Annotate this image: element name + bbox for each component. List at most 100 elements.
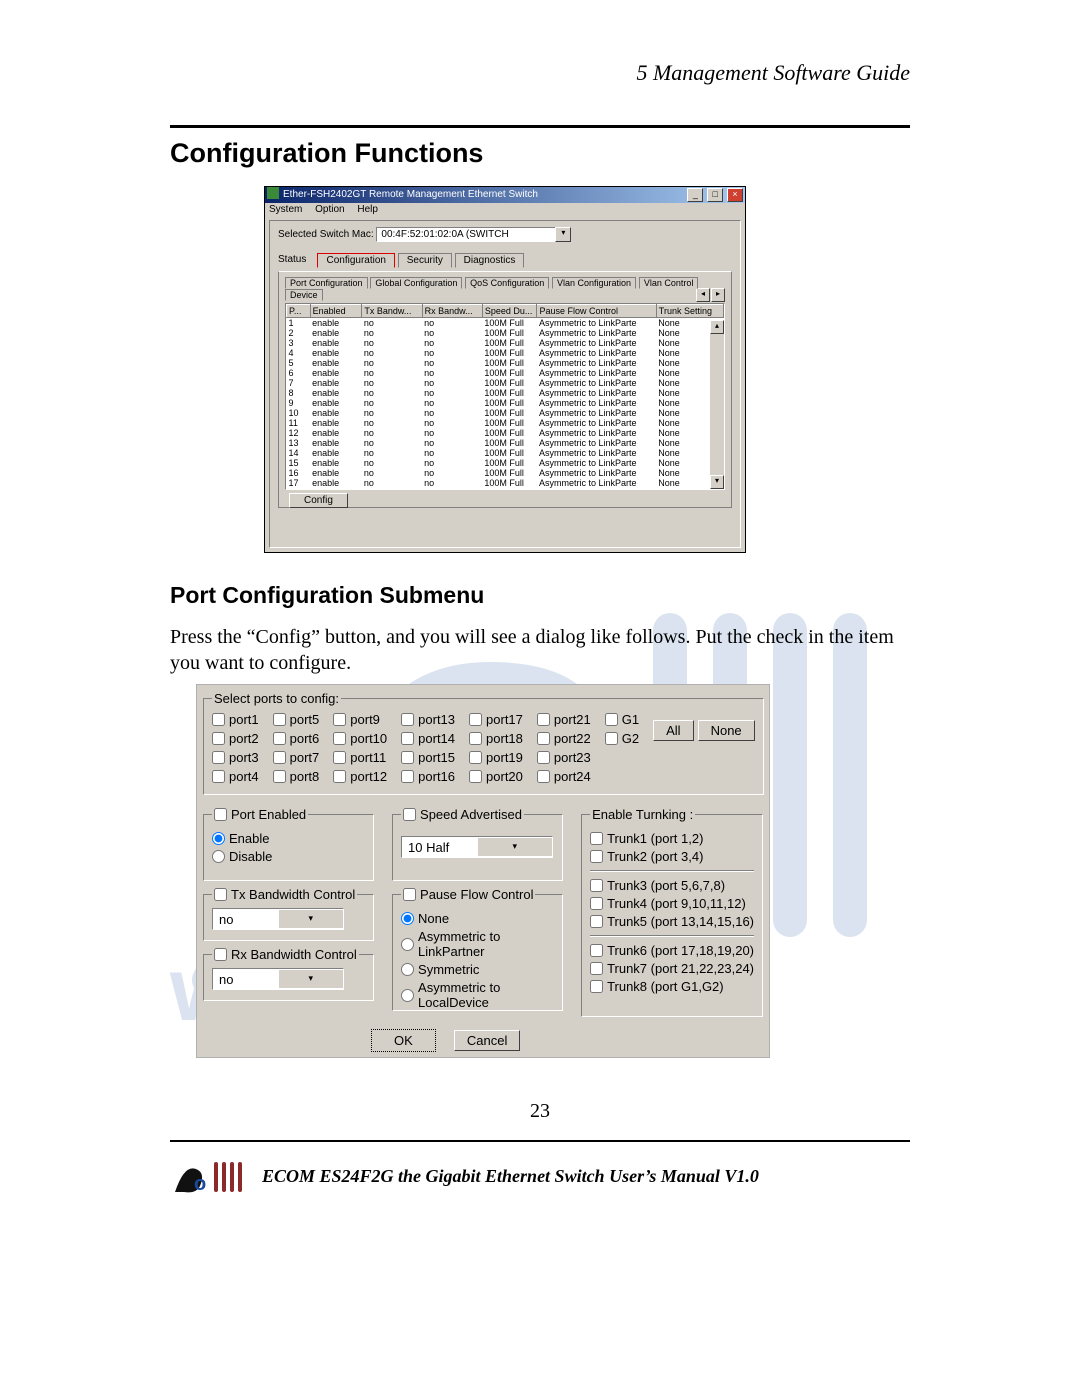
- trunk-cb-4[interactable]: [590, 897, 603, 910]
- table-row[interactable]: 6enablenono100M FullAsymmetric to LinkPa…: [287, 368, 724, 378]
- table-row[interactable]: 5enablenono100M FullAsymmetric to LinkPa…: [287, 358, 724, 368]
- port-cb-port2[interactable]: [212, 732, 225, 745]
- col-tx[interactable]: Tx Bandw...: [362, 305, 422, 318]
- table-row[interactable]: 4enablenono100M FullAsymmetric to LinkPa…: [287, 348, 724, 358]
- ok-button[interactable]: OK: [371, 1029, 436, 1052]
- port-checkbox-port3[interactable]: port3: [212, 750, 259, 765]
- tab-security[interactable]: Security: [398, 253, 452, 268]
- port-checkbox-port5[interactable]: port5: [273, 712, 320, 727]
- port-cb-port22[interactable]: [537, 732, 550, 745]
- table-row[interactable]: 17enablenono100M FullAsymmetric to LinkP…: [287, 478, 724, 488]
- trunk-checkbox-6[interactable]: Trunk6 (port 17,18,19,20): [590, 943, 754, 958]
- disable-radio[interactable]: [212, 850, 225, 863]
- port-cb-port15[interactable]: [401, 751, 414, 764]
- port-cb-port23[interactable]: [537, 751, 550, 764]
- trunk-checkbox-8[interactable]: Trunk8 (port G1,G2): [590, 979, 754, 994]
- close-button[interactable]: ×: [727, 188, 743, 202]
- table-row[interactable]: 2enablenono100M FullAsymmetric to LinkPa…: [287, 328, 724, 338]
- port-checkbox-port21[interactable]: port21: [537, 712, 591, 727]
- pf-ald-radio[interactable]: [401, 989, 414, 1002]
- col-trunk[interactable]: Trunk Setting: [656, 305, 723, 318]
- tab-diagnostics[interactable]: Diagnostics: [455, 253, 525, 268]
- table-row[interactable]: 16enablenono100M FullAsymmetric to LinkP…: [287, 468, 724, 478]
- port-cb-port9[interactable]: [333, 713, 346, 726]
- mac-field[interactable]: 00:4F:52:01:02:0A (SWITCH: [376, 227, 556, 242]
- trunk-checkbox-5[interactable]: Trunk5 (port 13,14,15,16): [590, 914, 754, 929]
- table-row[interactable]: 8enablenono100M FullAsymmetric to LinkPa…: [287, 388, 724, 398]
- table-row[interactable]: 11enablenono100M FullAsymmetric to LinkP…: [287, 418, 724, 428]
- port-checkbox-G1[interactable]: G1: [605, 712, 639, 727]
- port-cb-port17[interactable]: [469, 713, 482, 726]
- port-cb-port11[interactable]: [333, 751, 346, 764]
- window-titlebar[interactable]: Ether-FSH2402GT Remote Management Ethern…: [265, 187, 745, 203]
- port-cb-port10[interactable]: [333, 732, 346, 745]
- port-cb-port20[interactable]: [469, 770, 482, 783]
- chevron-down-icon[interactable]: ▾: [278, 910, 344, 928]
- port-cb-port8[interactable]: [273, 770, 286, 783]
- speed-adv-checkbox[interactable]: [403, 808, 416, 821]
- port-cb-G2[interactable]: [605, 732, 618, 745]
- trunk-cb-8[interactable]: [590, 980, 603, 993]
- table-row[interactable]: 9enablenono100M FullAsymmetric to LinkPa…: [287, 398, 724, 408]
- chevron-down-icon[interactable]: ▾: [278, 970, 344, 988]
- table-row[interactable]: 7enablenono100M FullAsymmetric to LinkPa…: [287, 378, 724, 388]
- menu-option[interactable]: Option: [315, 204, 344, 215]
- pause-flow-checkbox[interactable]: [403, 888, 416, 901]
- trunk-checkbox-4[interactable]: Trunk4 (port 9,10,11,12): [590, 896, 754, 911]
- table-row[interactable]: 10enablenono100M FullAsymmetric to LinkP…: [287, 408, 724, 418]
- port-cb-port5[interactable]: [273, 713, 286, 726]
- maximize-button[interactable]: □: [707, 188, 723, 202]
- tab-configuration[interactable]: Configuration: [317, 253, 394, 268]
- trunk-checkbox-1[interactable]: Trunk1 (port 1,2): [590, 831, 754, 846]
- port-cb-port7[interactable]: [273, 751, 286, 764]
- port-cb-port18[interactable]: [469, 732, 482, 745]
- table-row[interactable]: 18enablenono100M FullAsymmetric to LinkP…: [287, 488, 724, 490]
- trunk-cb-6[interactable]: [590, 944, 603, 957]
- minimize-button[interactable]: _: [687, 188, 703, 202]
- port-cb-port24[interactable]: [537, 770, 550, 783]
- trunk-cb-7[interactable]: [590, 962, 603, 975]
- scroll-up-icon[interactable]: ▴: [710, 320, 724, 334]
- port-checkbox-port11[interactable]: port11: [333, 750, 387, 765]
- pf-sym-radio[interactable]: [401, 963, 414, 976]
- port-cb-G1[interactable]: [605, 713, 618, 726]
- port-checkbox-port7[interactable]: port7: [273, 750, 320, 765]
- port-checkbox-port13[interactable]: port13: [401, 712, 455, 727]
- port-cb-port4[interactable]: [212, 770, 225, 783]
- config-button[interactable]: Config: [289, 493, 348, 508]
- cancel-button[interactable]: Cancel: [454, 1030, 520, 1051]
- col-port[interactable]: P...: [287, 305, 311, 318]
- enable-radio[interactable]: [212, 832, 225, 845]
- port-checkbox-G2[interactable]: G2: [605, 731, 639, 746]
- table-row[interactable]: 3enablenono100M FullAsymmetric to LinkPa…: [287, 338, 724, 348]
- col-enabled[interactable]: Enabled: [310, 305, 362, 318]
- port-cb-port12[interactable]: [333, 770, 346, 783]
- trunk-cb-1[interactable]: [590, 832, 603, 845]
- tx-bw-checkbox[interactable]: [214, 888, 227, 901]
- port-checkbox-port16[interactable]: port16: [401, 769, 455, 784]
- table-row[interactable]: 1enablenono100M FullAsymmetric to LinkPa…: [287, 318, 724, 329]
- col-pause[interactable]: Pause Flow Control: [537, 305, 656, 318]
- port-checkbox-port2[interactable]: port2: [212, 731, 259, 746]
- port-cb-port14[interactable]: [401, 732, 414, 745]
- trunk-cb-2[interactable]: [590, 850, 603, 863]
- table-row[interactable]: 13enablenono100M FullAsymmetric to LinkP…: [287, 438, 724, 448]
- none-button[interactable]: None: [698, 720, 755, 741]
- port-cb-port3[interactable]: [212, 751, 225, 764]
- port-checkbox-port9[interactable]: port9: [333, 712, 387, 727]
- trunk-cb-3[interactable]: [590, 879, 603, 892]
- port-checkbox-port17[interactable]: port17: [469, 712, 523, 727]
- port-checkbox-port23[interactable]: port23: [537, 750, 591, 765]
- port-checkbox-port24[interactable]: port24: [537, 769, 591, 784]
- trunk-checkbox-2[interactable]: Trunk2 (port 3,4): [590, 849, 754, 864]
- port-cb-port16[interactable]: [401, 770, 414, 783]
- port-checkbox-port12[interactable]: port12: [333, 769, 387, 784]
- rx-bw-select[interactable]: no▾: [212, 968, 344, 990]
- speed-adv-select[interactable]: 10 Half▾: [401, 836, 553, 858]
- port-cb-port13[interactable]: [401, 713, 414, 726]
- port-checkbox-port14[interactable]: port14: [401, 731, 455, 746]
- port-checkbox-port4[interactable]: port4: [212, 769, 259, 784]
- table-row[interactable]: 12enablenono100M FullAsymmetric to LinkP…: [287, 428, 724, 438]
- subtab-vlan-control[interactable]: Vlan Control: [639, 277, 699, 289]
- subtab-global-config[interactable]: Global Configuration: [370, 277, 462, 289]
